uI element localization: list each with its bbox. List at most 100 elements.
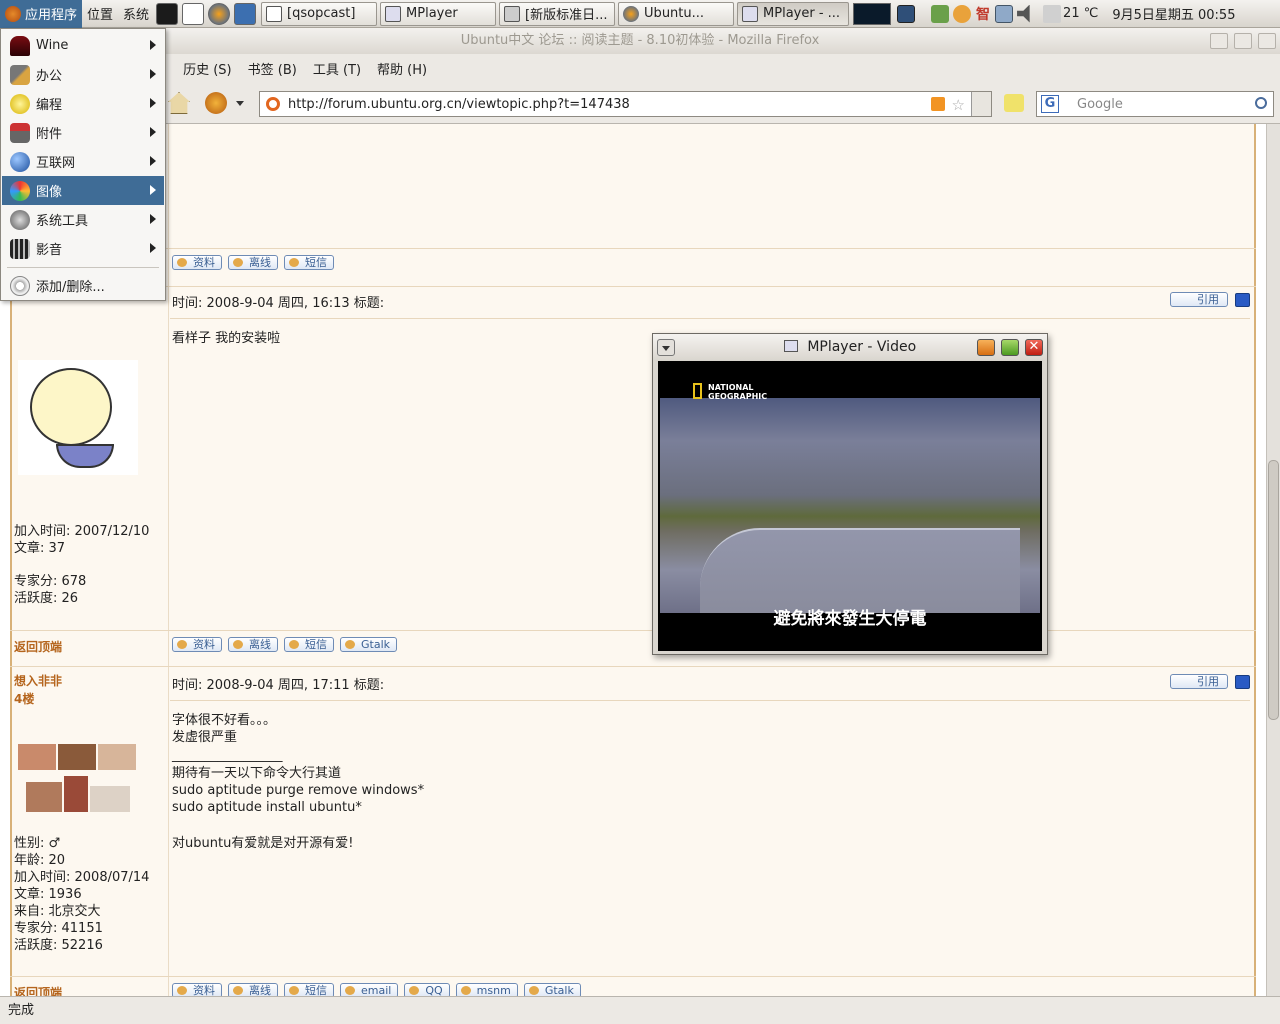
scrollbar-thumb[interactable]	[1268, 460, 1279, 720]
user-avatar	[16, 742, 140, 818]
menu-tools[interactable]: 工具 (T)	[313, 59, 361, 78]
workspace-icon[interactable]	[897, 4, 916, 23]
url-text: http://forum.ubuntu.org.cn/viewtopic.php…	[288, 96, 630, 112]
extension-icon[interactable]	[205, 92, 227, 114]
system-tools-icon	[10, 209, 30, 230]
menu-history[interactable]: 历史 (S)	[183, 59, 232, 78]
network-icon[interactable]	[995, 4, 1014, 23]
accessories-icon	[10, 122, 30, 143]
firefox-launcher-icon[interactable]	[208, 2, 231, 25]
applications-menu[interactable]: 应用程序	[0, 0, 83, 28]
volume-icon[interactable]	[1017, 4, 1030, 23]
input-method-indicator[interactable]: 智	[976, 4, 990, 24]
menu-item-multimedia[interactable]: 影音	[2, 234, 164, 263]
menu-item-programming[interactable]: 编程	[2, 89, 164, 118]
offline-button[interactable]: 离线	[228, 637, 278, 652]
post-author[interactable]: 想入非非	[14, 672, 62, 689]
search-placeholder: Google	[1077, 96, 1123, 112]
post-time-header: 时间: 2008-9-04 周四, 17:11 标题:	[172, 678, 385, 693]
google-engine-icon[interactable]: G	[1041, 95, 1059, 113]
maximize-button[interactable]	[1234, 33, 1252, 49]
ip-button[interactable]	[1235, 675, 1250, 689]
search-bar[interactable]: G Google	[1036, 91, 1274, 117]
menu-help[interactable]: 帮助 (H)	[377, 59, 427, 78]
places-menu[interactable]: 位置	[82, 0, 118, 28]
menu-item-internet[interactable]: 互联网	[2, 147, 164, 176]
menu-item-add-remove[interactable]: 添加/删除...	[2, 271, 164, 300]
pm-button[interactable]: 短信	[284, 255, 334, 270]
url-dropdown-button[interactable]	[971, 92, 991, 116]
close-button[interactable]	[1258, 33, 1276, 49]
submenu-arrow-icon	[150, 69, 156, 79]
menu-item-graphics[interactable]: 图像	[2, 176, 164, 205]
avatar-photo	[26, 782, 62, 812]
pm-button[interactable]: 短信	[284, 637, 334, 652]
mplayer-window[interactable]: MPlayer - Video ✕ NATIONAL GEOGRAPHIC 避免…	[652, 333, 1048, 655]
add-remove-icon	[10, 275, 30, 296]
video-scene-substation	[700, 528, 1020, 613]
menu-item-system-tools[interactable]: 系统工具	[2, 205, 164, 234]
clock[interactable]: 9月5日星期五 00:55	[1112, 4, 1235, 23]
system-menu[interactable]: 系统	[118, 0, 154, 28]
submenu-arrow-icon	[150, 185, 156, 195]
mplayer-titlebar[interactable]: MPlayer - Video ✕	[653, 334, 1047, 361]
minimize-button[interactable]	[1210, 33, 1228, 49]
avatar-photo	[90, 786, 130, 812]
text-editor-launcher-icon[interactable]	[234, 2, 257, 25]
submenu-arrow-icon	[150, 98, 156, 108]
back-to-top-link[interactable]: 返回顶端	[14, 638, 62, 655]
system-monitor-graph[interactable]	[853, 2, 892, 25]
gtalk-button[interactable]: Gtalk	[340, 637, 398, 652]
profile-button[interactable]: 资料	[172, 255, 222, 270]
terminal-launcher-icon[interactable]	[156, 2, 179, 25]
profile-button[interactable]: 资料	[172, 983, 222, 996]
accessibility-icon[interactable]	[931, 4, 950, 23]
feed-icon[interactable]	[1004, 94, 1024, 112]
ip-button[interactable]	[1235, 293, 1250, 307]
calendar-launcher-icon[interactable]	[182, 2, 205, 25]
natgeo-logo-text: NATIONAL GEOGRAPHIC	[708, 383, 768, 401]
close-button[interactable]: ✕	[1025, 339, 1043, 356]
temperature[interactable]: 21 ℃	[1063, 6, 1098, 21]
post-time-header: 时间: 2008-9-04 周四, 16:13 标题:	[172, 296, 385, 311]
bookmark-star-icon[interactable]: ☆	[952, 96, 965, 114]
search-icon[interactable]	[1255, 97, 1267, 109]
avatar-photo	[18, 744, 56, 770]
menu-item-wine[interactable]: Wine	[2, 31, 164, 60]
gtalk-button[interactable]: Gtalk	[523, 983, 581, 996]
firefox-titlebar[interactable]: Ubuntu中文 论坛 :: 阅读主题 - 8.10初体验 - Mozilla …	[0, 28, 1280, 54]
offline-button[interactable]: 离线	[228, 983, 278, 996]
task-japanese-course[interactable]: [新版标准日...	[499, 1, 616, 26]
quote-button[interactable]: 引用	[1170, 292, 1228, 307]
email-button[interactable]: email	[340, 983, 399, 996]
task-mplayer[interactable]: MPlayer	[380, 1, 497, 26]
task-mplayer-video[interactable]: MPlayer - ...	[737, 1, 850, 26]
url-bar[interactable]: http://forum.ubuntu.org.cn/viewtopic.php…	[259, 91, 992, 117]
user-info: 性别: ♂ 年龄: 20 加入时间: 2008/07/14 文章: 1936 来…	[14, 836, 150, 953]
profile-button[interactable]: 资料	[172, 637, 222, 652]
task-ubuntu-firefox[interactable]: Ubuntu...	[618, 1, 735, 26]
chevron-down-icon[interactable]	[236, 101, 244, 106]
home-icon[interactable]	[168, 92, 190, 114]
offline-button[interactable]: 离线	[228, 255, 278, 270]
task-qsopcast[interactable]: [qsopcast]	[261, 1, 378, 26]
weather-icon[interactable]	[1043, 4, 1062, 23]
window-menu-button[interactable]	[657, 339, 675, 356]
menu-bookmarks[interactable]: 书签 (B)	[248, 59, 297, 78]
msn-button[interactable]: msnm	[455, 983, 518, 996]
vertical-scrollbar[interactable]	[1266, 124, 1280, 996]
post2-buttons: 资料 离线 短信 Gtalk	[172, 637, 398, 652]
quote-button[interactable]: 引用	[1170, 674, 1228, 689]
minimize-button[interactable]	[977, 339, 995, 356]
video-area[interactable]: NATIONAL GEOGRAPHIC 避免將來發生大停電	[658, 361, 1042, 651]
pm-button[interactable]: 短信	[284, 983, 334, 996]
back-to-top-link[interactable]: 返回顶端	[14, 984, 62, 996]
rss-icon[interactable]	[931, 97, 945, 111]
qq-button[interactable]: QQ	[404, 983, 450, 996]
maximize-button[interactable]	[1001, 339, 1019, 356]
qq-tray-icon[interactable]	[953, 4, 972, 23]
menu-item-office[interactable]: 办公	[2, 60, 164, 89]
wine-icon	[10, 35, 30, 56]
user-info: 加入时间: 2007/12/10 文章: 37 专家分: 678 活跃度: 26	[14, 524, 150, 606]
menu-item-accessories[interactable]: 附件	[2, 118, 164, 147]
